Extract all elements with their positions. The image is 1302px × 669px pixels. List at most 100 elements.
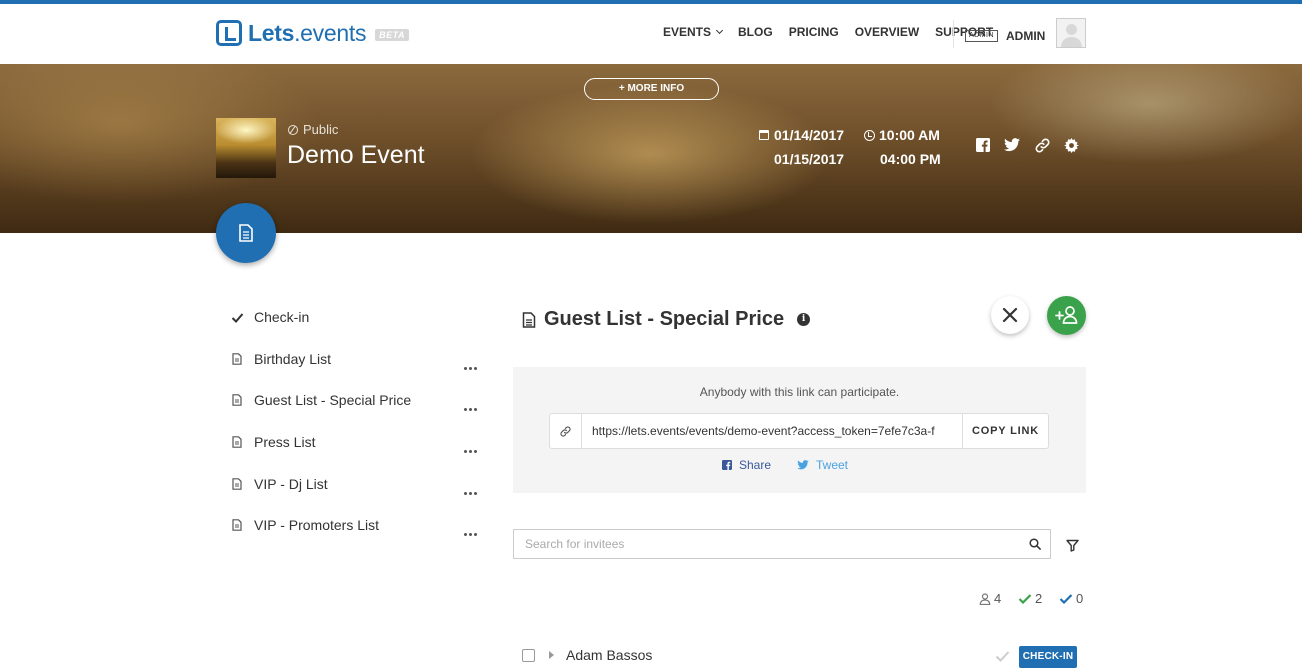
close-button[interactable] (991, 296, 1029, 334)
beta-badge: BETA (375, 29, 409, 41)
avatar[interactable] (1056, 18, 1086, 48)
sidebar-item-label: Check-in (254, 309, 310, 325)
share-panel: Anybody with this link can participate. … (513, 367, 1086, 493)
document-icon (230, 436, 244, 448)
checked-in-count: 2 (1018, 591, 1042, 606)
sidebar-item-check-in[interactable]: Check-in (230, 307, 309, 327)
search-icon[interactable] (1029, 538, 1041, 550)
share-link-field: https://lets.events/events/demo-event?ac… (549, 413, 1049, 449)
globe-icon (288, 124, 298, 135)
gear-icon[interactable] (1064, 138, 1080, 154)
logo-text-bold: Lets (248, 19, 295, 46)
sidebar-item-label: VIP - Promoters List (254, 517, 380, 533)
logo[interactable]: Lets.events BETA (216, 19, 409, 47)
event-thumbnail (216, 118, 276, 178)
row-checkbox[interactable] (522, 649, 535, 662)
link-icon[interactable] (1035, 138, 1051, 154)
more-options-icon[interactable] (464, 398, 479, 416)
more-options-icon[interactable] (464, 523, 479, 541)
end-time: 04:00 PM (880, 151, 941, 167)
add-invitee-button[interactable] (1047, 296, 1086, 335)
user-icon (979, 592, 991, 605)
sidebar-item-guest-list-special-price[interactable]: Guest List - Special Price (230, 390, 411, 410)
invitee-name: Adam Bassos (566, 647, 653, 663)
sidebar-item-vip-dj-list[interactable]: VIP - Dj List (230, 474, 328, 494)
close-icon (1002, 307, 1018, 323)
check-icon (1018, 594, 1032, 604)
end-date: 01/15/2017 (774, 151, 845, 167)
facebook-icon[interactable] (976, 138, 992, 154)
check-icon (995, 651, 1010, 662)
share-caption: Anybody with this link can participate. (699, 385, 900, 399)
check-icon (230, 312, 244, 323)
list-document-button[interactable] (216, 203, 276, 263)
document-icon (230, 519, 244, 531)
invitee-count: 4 (979, 591, 1001, 606)
filter-icon[interactable] (1066, 539, 1079, 552)
info-icon[interactable]: i (797, 313, 811, 326)
more-options-icon[interactable] (464, 482, 479, 500)
search-input[interactable] (514, 530, 1014, 558)
search-field (513, 529, 1051, 559)
facebook-icon (722, 460, 732, 470)
more-info-button[interactable]: + MORE INFO (584, 78, 719, 100)
sidebar-item-label: Press List (254, 434, 316, 450)
nav-blog[interactable]: BLOG (738, 25, 773, 39)
clock-icon (864, 130, 875, 141)
sidebar-item-label: Guest List - Special Price (254, 392, 412, 408)
calendar-icon (759, 130, 769, 140)
document-icon (239, 224, 253, 242)
twitter-icon (797, 460, 809, 470)
confirmed-count: 0 (1059, 591, 1083, 606)
check-icon (1059, 594, 1073, 604)
tweet-label: Tweet (816, 458, 849, 472)
invitee-count-value: 4 (994, 591, 1002, 606)
start-date: 01/14/2017 (774, 127, 845, 143)
chevron-down-icon (715, 26, 724, 35)
event-visibility: Public (288, 122, 338, 137)
document-icon (230, 478, 244, 490)
nav-overview[interactable]: OVERVIEW (855, 25, 919, 39)
avatar-body (1061, 37, 1082, 47)
nav-events[interactable]: EVENTS (663, 25, 724, 39)
check-in-button[interactable]: CHECK-IN (1019, 646, 1077, 668)
add-user-icon (1055, 306, 1078, 324)
visibility-label: Public (303, 122, 339, 137)
share-label: Share (739, 458, 772, 472)
admin-name[interactable]: ADMIN (1006, 29, 1045, 43)
logo-mark-icon (216, 20, 242, 46)
admin-badge: ADMIN (965, 30, 999, 42)
logo-text-light: .events (294, 19, 367, 46)
checked-count-value: 2 (1035, 591, 1043, 606)
page-title: Guest List - Special Price i (522, 308, 811, 331)
event-banner: + MORE INFO Public Demo Event (0, 64, 1302, 233)
facebook-share-link[interactable]: Share (722, 458, 771, 472)
page-title-text: Guest List - Special Price (544, 308, 785, 330)
expand-caret-icon[interactable] (549, 651, 554, 659)
document-icon (230, 394, 244, 406)
sidebar-item-birthday-list[interactable]: Birthday List (230, 349, 331, 369)
main-nav: EVENTS BLOG PRICING OVERVIEW SUPPORT (663, 25, 1009, 39)
twitter-icon[interactable] (1004, 138, 1020, 154)
document-icon (230, 353, 244, 365)
nav-pricing[interactable]: PRICING (789, 25, 839, 39)
confirmed-count-value: 0 (1076, 591, 1084, 606)
sidebar-item-label: VIP - Dj List (254, 476, 328, 492)
event-title: Demo Event (287, 141, 425, 169)
sidebar-item-vip-promoters-list[interactable]: VIP - Promoters List (230, 515, 379, 535)
twitter-tweet-link[interactable]: Tweet (797, 458, 848, 472)
logo-text: Lets.events (248, 20, 366, 47)
sidebar-item-press-list[interactable]: Press List (230, 432, 315, 452)
copy-link-button[interactable]: COPY LINK (962, 414, 1048, 448)
nav-events-label: EVENTS (663, 25, 712, 39)
start-time: 10:00 AM (879, 127, 940, 143)
share-link-url[interactable]: https://lets.events/events/demo-event?ac… (582, 424, 962, 438)
link-icon (550, 414, 582, 448)
top-navbar: Lets.events BETA (0, 4, 1302, 64)
document-icon (522, 311, 536, 328)
more-options-icon[interactable] (464, 357, 479, 375)
avatar-head (1066, 24, 1077, 35)
more-options-icon[interactable] (464, 440, 479, 458)
sidebar-item-label: Birthday List (254, 351, 332, 367)
nav-divider (953, 20, 954, 48)
